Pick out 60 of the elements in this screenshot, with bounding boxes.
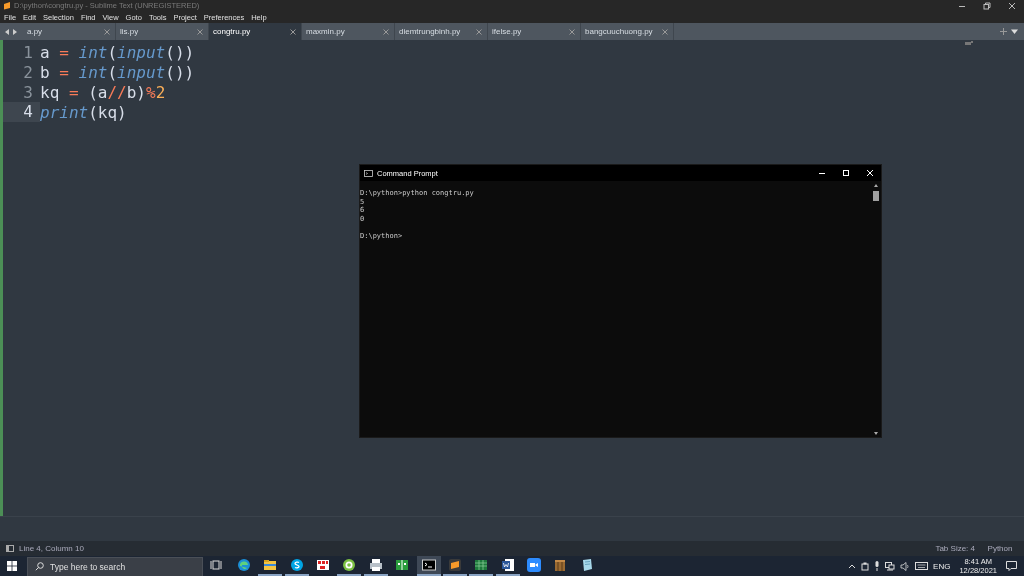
video-camera-icon	[527, 558, 542, 572]
code-line: kq = (a//b)%2	[40, 82, 166, 102]
cursor-position: Line 4, Column 10	[19, 544, 84, 553]
taskbar-button[interactable]	[442, 556, 467, 576]
windows-start-icon[interactable]	[7, 561, 17, 571]
sublime-logo-icon	[447, 558, 462, 572]
plus-icon[interactable]	[1000, 28, 1007, 35]
dropdown-icon[interactable]	[1011, 28, 1018, 35]
chevron-up-icon[interactable]	[848, 563, 857, 569]
terminal-icon	[421, 558, 436, 572]
line-number: 1	[22, 42, 34, 62]
sublime-logo-icon	[3, 1, 11, 10]
printer-icon	[368, 558, 383, 572]
tab-scroll-arrows-icon[interactable]	[4, 27, 18, 36]
taskbar-button[interactable]	[495, 556, 520, 576]
grid-icon	[315, 558, 330, 572]
document-icon	[500, 558, 515, 572]
tab-label: maxmin.py	[306, 27, 345, 36]
search-field[interactable]: Type here to search	[27, 557, 203, 576]
crate-icon	[553, 558, 568, 572]
restore-icon[interactable]	[983, 1, 991, 10]
tab-label: congtru.py	[213, 27, 251, 36]
code-line: b = int(input())	[40, 62, 195, 82]
syntax-indicator[interactable]: Python	[980, 544, 1020, 553]
microphone-icon[interactable]	[874, 561, 881, 571]
chat-bubble-icon	[289, 558, 304, 572]
language-indicator[interactable]: ENG	[933, 561, 951, 571]
keyboard-icon[interactable]	[915, 562, 929, 570]
tab-size-indicator[interactable]: Tab Size: 4	[935, 544, 975, 553]
code-line: a = int(input())	[40, 42, 195, 62]
tab-label: bangcuuchuong.py	[585, 27, 653, 36]
folder-icon	[263, 558, 278, 572]
code-line: print(kq)	[40, 102, 127, 122]
browser-icon	[236, 558, 251, 572]
taskbar-button[interactable]	[337, 556, 362, 576]
notification-icon[interactable]	[1006, 561, 1017, 571]
search-icon	[35, 561, 44, 571]
task-view-icon	[210, 558, 225, 572]
taskbar-button[interactable]	[363, 556, 388, 576]
tab-label: diemtrungbinh.py	[399, 27, 461, 36]
network-icon[interactable]	[885, 561, 896, 571]
line-number: 3	[22, 82, 34, 102]
scrollbar-icon[interactable]	[872, 182, 880, 437]
taskbar-button[interactable]	[284, 556, 309, 576]
tab-label: ifelse.py	[492, 27, 522, 36]
tab[interactable]: congtru.py	[209, 23, 302, 40]
minimap-icon	[965, 41, 973, 46]
spreadsheet-icon	[474, 558, 489, 572]
tab-label: a.py	[27, 27, 43, 36]
line-number: 2	[22, 62, 34, 82]
taskbar-button[interactable]	[416, 556, 441, 576]
console-icon	[364, 169, 373, 177]
panel-toggle-icon[interactable]	[6, 545, 14, 552]
book-icon	[395, 558, 410, 572]
tab-label: lis.py	[120, 27, 139, 36]
line-number: 4	[3, 102, 40, 122]
speaker-icon[interactable]	[900, 561, 911, 571]
target-icon	[342, 558, 357, 572]
maximize-icon[interactable]	[842, 169, 850, 177]
close-icon[interactable]	[1008, 1, 1016, 10]
